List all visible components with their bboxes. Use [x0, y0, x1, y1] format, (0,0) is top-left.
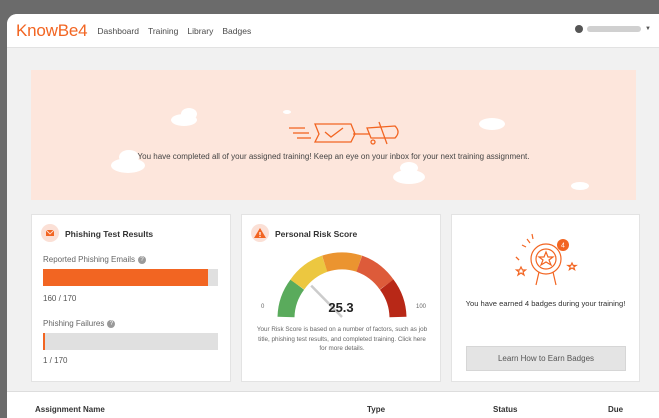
cloud-icon [181, 108, 197, 120]
risk-card-title: Personal Risk Score [275, 229, 358, 239]
cloud-icon [479, 118, 505, 130]
cloud-icon [400, 162, 418, 174]
reported-emails-label: Reported Phishing Emails? [43, 255, 147, 264]
user-name-redacted [587, 26, 642, 32]
top-navigation: KnowBe4 Dashboard Training Library Badge… [7, 14, 659, 48]
knowbe4-logo[interactable]: KnowBe4 [16, 21, 88, 41]
phishing-failures-label: Phishing Failures? [43, 319, 116, 328]
completion-banner: You have completed all of your assigned … [31, 70, 636, 200]
warning-icon [251, 224, 269, 242]
assignments-table-header: Assignment Name Type Status Due [7, 391, 659, 418]
risk-score-description[interactable]: Your Risk Score is based on a number of … [254, 325, 430, 354]
column-status[interactable]: Status [493, 405, 517, 414]
badge-award-icon: 4 [514, 233, 578, 286]
phishing-failures-fill [43, 333, 45, 350]
nav-library[interactable]: Library [187, 26, 213, 36]
risk-score-card[interactable]: Personal Risk Score 0 100 25.3 Your Risk… [241, 214, 441, 382]
user-menu[interactable]: ▼ [575, 25, 651, 33]
envelope-icon [41, 224, 59, 242]
risk-score-value: 25.3 [328, 300, 354, 315]
nav-training[interactable]: Training [148, 26, 178, 36]
help-icon[interactable]: ? [107, 319, 116, 328]
phishing-card-title: Phishing Test Results [65, 229, 154, 239]
help-icon[interactable]: ? [138, 255, 147, 264]
nav-badges[interactable]: Badges [222, 26, 251, 36]
phishing-results-card: Phishing Test Results Reported Phishing … [31, 214, 231, 382]
phishing-failures-bar [43, 333, 218, 350]
column-assignment-name[interactable]: Assignment Name [35, 405, 105, 414]
banner-message: You have completed all of your assigned … [137, 152, 530, 161]
learn-badges-button[interactable]: Learn How to Earn Badges [466, 346, 626, 371]
column-due[interactable]: Due [608, 405, 623, 414]
app-window: KnowBe4 Dashboard Training Library Badge… [7, 14, 659, 418]
column-type[interactable]: Type [367, 405, 385, 414]
badge-count: 4 [561, 243, 565, 250]
reported-emails-fill [43, 269, 208, 286]
reported-emails-count: 160 / 170 [43, 294, 77, 303]
envelope-plane-icon [289, 121, 399, 145]
reported-emails-bar [43, 269, 218, 286]
user-icon [575, 25, 584, 33]
cloud-icon [571, 182, 589, 190]
badges-card: 4 You have earned 4 badges during your t… [451, 214, 640, 382]
badges-message: You have earned 4 badges during your tra… [465, 299, 626, 308]
phishing-failures-count: 1 / 170 [43, 356, 68, 365]
chevron-down-icon: ▼ [645, 26, 651, 32]
nav-dashboard[interactable]: Dashboard [97, 26, 139, 36]
